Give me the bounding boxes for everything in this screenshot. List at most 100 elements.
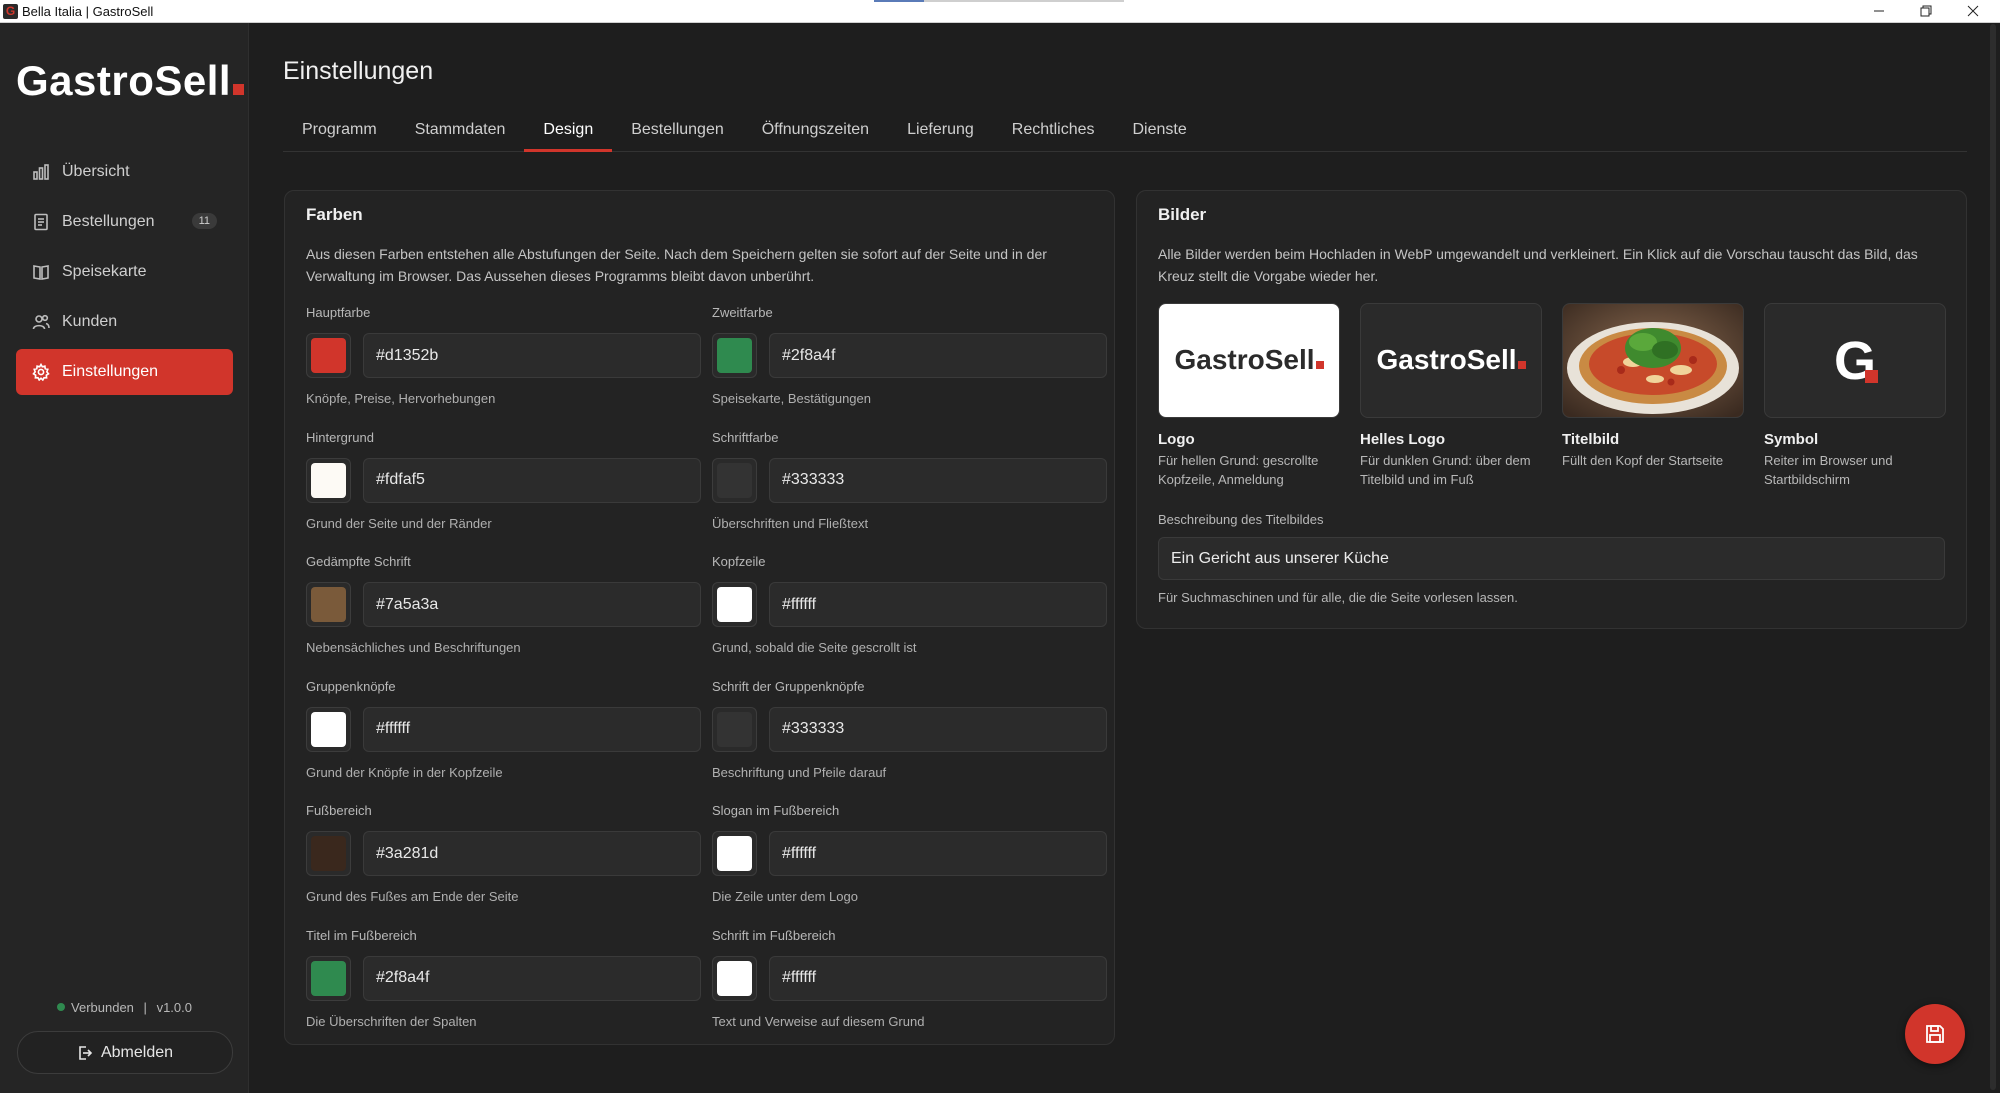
- color-hex-input[interactable]: #ffffff: [769, 582, 1107, 627]
- color-swatch-fill: [717, 711, 752, 747]
- color-hex-input[interactable]: #ffffff: [769, 831, 1107, 876]
- color-hex-input[interactable]: #d1352b: [363, 333, 701, 378]
- logout-button[interactable]: Abmelden: [17, 1031, 233, 1074]
- color-swatch[interactable]: [306, 955, 351, 1001]
- color-field-gedaempfte-schrift: Gedämpfte Schrift #7a5a3a Nebensächliches …: [306, 554, 701, 655]
- image-name: Helles Logo: [1360, 431, 1446, 448]
- symbol-preview[interactable]: G: [1764, 303, 1946, 418]
- color-swatch-fill: [311, 462, 346, 498]
- image-name: Titelbild: [1562, 431, 1620, 448]
- image-description: Für dunklen Grund: über dem Titelbild und…: [1360, 453, 1531, 487]
- color-field-hint: Grund der Seite und der Ränder: [306, 515, 492, 531]
- color-swatch[interactable]: [712, 333, 757, 378]
- color-swatch[interactable]: [712, 706, 757, 752]
- image-name: Symbol: [1764, 431, 1819, 448]
- users-icon: [32, 313, 50, 331]
- color-swatch[interactable]: [306, 582, 351, 627]
- color-swatch-fill: [717, 462, 752, 498]
- color-field-label: Zweitfarbe: [712, 305, 773, 320]
- tab-dienste[interactable]: Dienste: [1114, 108, 1206, 151]
- app-icon: G: [3, 3, 18, 19]
- title-image-preview[interactable]: [1562, 303, 1744, 418]
- brand-logo: GastroSell: [16, 57, 245, 105]
- color-swatch-fill: [717, 960, 752, 996]
- sidebar-item-kunden[interactable]: Kunden: [16, 299, 233, 345]
- color-swatch[interactable]: [712, 831, 757, 876]
- color-swatch[interactable]: [712, 457, 757, 503]
- color-swatch-fill: [311, 587, 346, 622]
- color-field-hint: Überschriften und Fließtext: [712, 515, 869, 531]
- color-field-fussbereich: Fußbereich #3a281d Grund des Fußes am Ende…: [306, 803, 701, 904]
- sidebar-item-uebersicht[interactable]: Übersicht: [16, 149, 233, 195]
- color-field-schriftfarbe: Schriftfarbe #333333 Überschriften und Fli…: [712, 430, 1107, 531]
- sidebar-item-speisekarte[interactable]: Speisekarte: [16, 249, 233, 295]
- color-hex-input[interactable]: #2f8a4f: [769, 333, 1107, 378]
- color-field-hintergrund: Hintergrund #fdfaf5 Grund der Seite und de…: [306, 430, 701, 531]
- image-tile-logo: GastroSell Logo Für hellen Grund: gescro…: [1158, 303, 1340, 489]
- settings-tabs: Programm Stammdaten Design Bestellungen …: [283, 108, 1967, 152]
- color-field-hint: Grund des Fußes am Ende der Seite: [306, 889, 519, 904]
- color-swatch[interactable]: [306, 457, 351, 503]
- color-swatch-fill: [311, 338, 346, 373]
- tab-programm[interactable]: Programm: [283, 108, 396, 151]
- light-logo-preview[interactable]: GastroSell: [1360, 303, 1542, 418]
- restore-button[interactable]: [1903, 0, 1949, 22]
- color-field-gruppenknoepfe: Gruppenknöpfe #ffffff Grund der Knöpfe in …: [306, 679, 701, 780]
- color-field-label: Titel im Fußbereich: [306, 927, 417, 943]
- color-hex-input[interactable]: #7a5a3a: [363, 582, 701, 627]
- sidebar-item-label: Kunden: [62, 313, 118, 330]
- color-field-schrift-gruppenknoepfe: Schrift der Gruppenknöpfe #333333 Beschrif…: [712, 679, 1107, 780]
- color-field-hint: Text und Verweise auf diesem Grund: [712, 1013, 925, 1029]
- minimize-icon: [1874, 10, 1884, 12]
- color-hex-input[interactable]: #3a281d: [363, 831, 701, 876]
- color-field-label: Hintergrund: [306, 429, 374, 445]
- save-button[interactable]: [1905, 1004, 1965, 1064]
- color-field-label: Gruppenknöpfe: [306, 678, 396, 694]
- color-hex-input[interactable]: #ffffff: [769, 955, 1107, 1001]
- sidebar-item-einstellungen[interactable]: Einstellungen: [16, 349, 233, 395]
- image-description: Reiter im Browser und Startbildschirm: [1764, 453, 1893, 487]
- color-swatch-fill: [717, 338, 752, 373]
- tab-stammdaten[interactable]: Stammdaten: [396, 108, 525, 151]
- sidebar-nav: Übersicht Bestellungen 11 Speisekarte Ku…: [16, 149, 233, 399]
- color-field-slogan-fussbereich: Slogan im Fußbereich #ffffff Die Zeile unt…: [712, 803, 1107, 904]
- main-scrollbar[interactable]: [1990, 24, 1996, 1090]
- title-image-alt-input[interactable]: Ein Gericht aus unserer Küche: [1158, 537, 1945, 580]
- color-hex-input[interactable]: #2f8a4f: [363, 955, 701, 1001]
- color-hex-input[interactable]: #333333: [769, 706, 1107, 752]
- color-swatch[interactable]: [306, 831, 351, 876]
- sidebar-item-bestellungen[interactable]: Bestellungen 11: [16, 199, 233, 245]
- color-swatch[interactable]: [712, 955, 757, 1001]
- image-description: Füllt den Kopf der Startseite: [1562, 453, 1724, 468]
- image-description: Für hellen Grund: gescrollte Kopfzeile, A…: [1158, 453, 1319, 487]
- color-field-hint: Die Überschriften der Spalten: [306, 1013, 477, 1029]
- logo-preview-text: GastroSell: [1159, 344, 1339, 376]
- color-hex-input[interactable]: #333333: [769, 457, 1107, 503]
- color-hex-input[interactable]: #fdfaf5: [363, 457, 701, 503]
- chart-icon: [32, 163, 50, 181]
- minimize-button[interactable]: [1856, 0, 1902, 22]
- tab-rechtliches[interactable]: Rechtliches: [993, 108, 1114, 151]
- color-swatch[interactable]: [712, 582, 757, 627]
- pizza-image: [1563, 304, 1743, 417]
- color-field-label: Kopfzeile: [712, 554, 766, 569]
- color-hex-input[interactable]: #ffffff: [363, 706, 701, 752]
- color-swatch[interactable]: [306, 706, 351, 752]
- sidebar-item-label: Bestellungen: [62, 213, 155, 230]
- color-swatch[interactable]: [306, 333, 351, 378]
- tab-design[interactable]: Design: [524, 108, 613, 152]
- window-titlebar: G Bella Italia | GastroSell: [0, 0, 2000, 23]
- logo-preview[interactable]: GastroSell: [1158, 303, 1340, 418]
- gear-icon: [32, 363, 50, 381]
- tab-oeffnungszeiten[interactable]: Öffnungszeiten: [743, 108, 888, 151]
- sidebar: GastroSell Übersicht Bestellungen 11 Spe…: [0, 23, 249, 1093]
- restore-icon: [1920, 5, 1932, 17]
- tab-lieferung[interactable]: Lieferung: [888, 108, 993, 151]
- tab-bestellungen[interactable]: Bestellungen: [612, 108, 743, 151]
- color-field-hint: Die Zeile unter dem Logo: [712, 889, 858, 904]
- color-swatch-fill: [717, 587, 752, 622]
- close-button[interactable]: [1950, 0, 1996, 22]
- page-title: Einstellungen: [283, 57, 434, 85]
- sidebar-item-label: Einstellungen: [62, 363, 159, 380]
- image-tile-symbol: G Symbol Reiter im Browser und Startbilds…: [1764, 303, 1946, 489]
